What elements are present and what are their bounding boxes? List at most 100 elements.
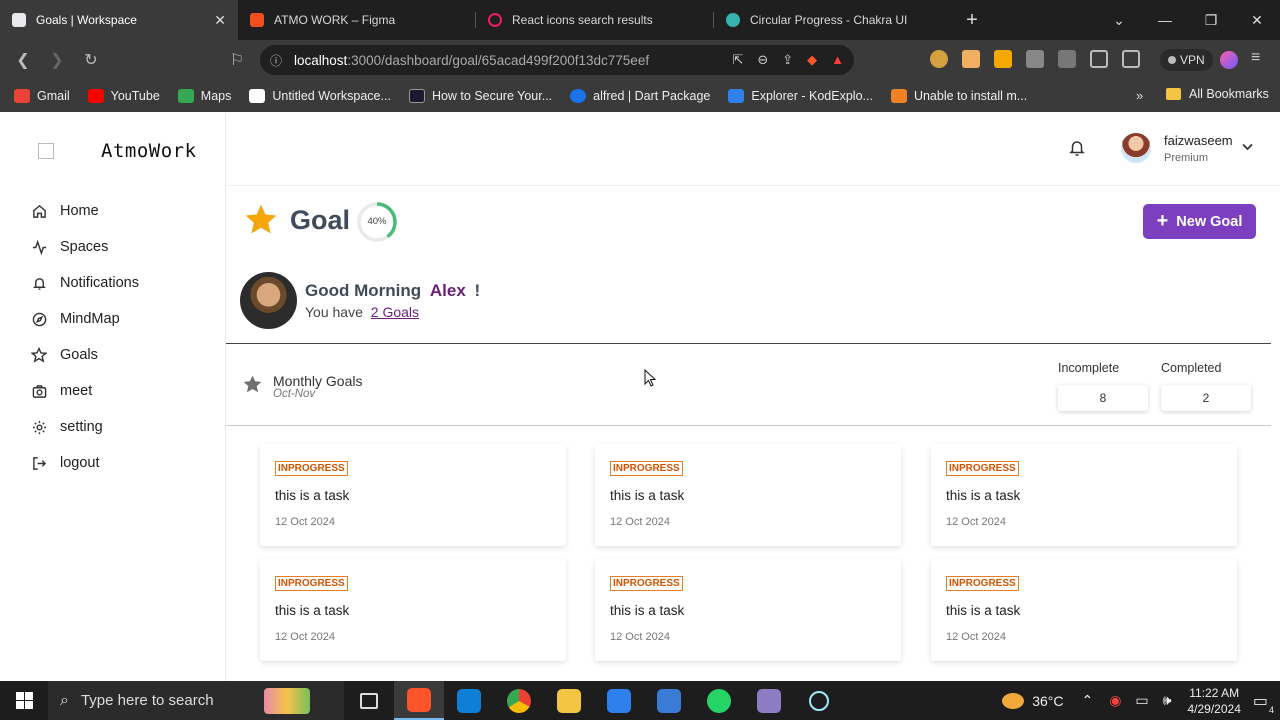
- task-date: 12 Oct 2024: [610, 631, 670, 643]
- windows-start-icon[interactable]: [0, 692, 48, 709]
- react-icon: [488, 13, 502, 27]
- minimize-icon[interactable]: —: [1142, 12, 1188, 28]
- task-view-icon[interactable]: [344, 681, 394, 720]
- sidebar-item-meet[interactable]: meet: [30, 373, 139, 409]
- back-arrow-icon[interactable]: ❮: [6, 50, 40, 70]
- sidebar-item-setting[interactable]: setting: [30, 409, 139, 445]
- user-tier: Premium: [1164, 152, 1209, 164]
- vscode-icon[interactable]: [444, 681, 494, 720]
- new-tab-button[interactable]: +: [952, 9, 992, 32]
- file-explorer-icon[interactable]: [544, 681, 594, 720]
- volume-icon[interactable]: 🕪: [1163, 692, 1172, 709]
- user-avatar[interactable]: [1121, 133, 1151, 163]
- puzzle-extensions-icon[interactable]: [1058, 50, 1076, 68]
- figma-icon: [250, 13, 264, 27]
- all-bookmarks-button[interactable]: All Bookmarks: [1166, 87, 1269, 101]
- whatsapp-icon[interactable]: [694, 681, 744, 720]
- tab-figma[interactable]: ATMO WORK – Figma: [238, 0, 476, 40]
- task-title: this is a task: [275, 488, 350, 503]
- aria-assistant-icon[interactable]: [1220, 51, 1238, 69]
- record-icon[interactable]: ◉: [1109, 692, 1121, 709]
- task-card[interactable]: INPROGRESS this is a task 12 Oct 2024: [260, 444, 566, 546]
- notification-bell-icon[interactable]: [1069, 139, 1085, 162]
- bookmark-alfred[interactable]: alfred | Dart Package: [570, 89, 710, 103]
- zoom-icon[interactable]: ⊖: [757, 52, 768, 68]
- sidebar-item-notifications[interactable]: Notifications: [30, 265, 139, 301]
- bookmarks-bar: Gmail YouTube Maps Untitled Workspace...…: [0, 80, 1280, 112]
- close-tab-icon[interactable]: ✕: [214, 12, 226, 29]
- task-card[interactable]: INPROGRESS this is a task 12 Oct 2024: [595, 444, 901, 546]
- sidebar-item-mindmap[interactable]: MindMap: [30, 301, 139, 337]
- brave-rewards-icon[interactable]: ▲: [831, 52, 844, 68]
- sidebar-toggle-icon[interactable]: [1090, 50, 1108, 68]
- url-bar[interactable]: ⓘ localhost:3000/dashboard/goal/65acad49…: [260, 45, 854, 75]
- vpn-button[interactable]: VPN: [1160, 49, 1213, 71]
- tab-goals-workspace[interactable]: Goals | Workspace ✕: [0, 0, 238, 40]
- tab-search-chevron-icon[interactable]: ⌄: [1096, 12, 1142, 29]
- sidebar-item-home[interactable]: Home: [30, 193, 139, 229]
- greeting-name: Alex: [429, 281, 466, 300]
- more-bookmarks-icon[interactable]: »: [1136, 88, 1143, 103]
- forward-arrow-icon[interactable]: ❯: [40, 50, 74, 70]
- temperature[interactable]: 36°C: [1032, 693, 1063, 709]
- chevron-up-icon[interactable]: ⌃: [1081, 692, 1093, 709]
- bookmark-unable-install[interactable]: Unable to install m...: [890, 89, 1027, 103]
- tab-react-icons[interactable]: React icons search results: [476, 0, 714, 40]
- site-info-icon[interactable]: ⓘ: [270, 52, 282, 69]
- chrome-icon[interactable]: [494, 681, 544, 720]
- share-icon[interactable]: ⇪: [782, 52, 793, 68]
- cookie-extension-icon[interactable]: [930, 50, 948, 68]
- extension-icon[interactable]: [962, 50, 980, 68]
- reload-icon[interactable]: ↻: [74, 50, 108, 70]
- url-text[interactable]: localhost:3000/dashboard/goal/65acad499f…: [294, 53, 732, 68]
- task-card[interactable]: INPROGRESS this is a task 12 Oct 2024: [931, 559, 1237, 661]
- goals-count-link[interactable]: 2 Goals: [371, 304, 419, 320]
- restore-icon[interactable]: ❐: [1188, 12, 1234, 29]
- sidebar-item-goals[interactable]: Goals: [30, 337, 139, 373]
- notification-center-icon[interactable]: ▭ 4: [1253, 691, 1274, 715]
- vpn-status-icon: [1168, 56, 1176, 64]
- chevron-down-icon[interactable]: [1242, 140, 1253, 154]
- bookmark-kodexplorer[interactable]: Explorer - KodExplo...: [728, 89, 873, 103]
- sidebar-item-label: Spaces: [60, 239, 109, 255]
- tab-title: React icons search results: [512, 13, 653, 27]
- sidebar-item-label: MindMap: [60, 311, 120, 327]
- sidebar-item-spaces[interactable]: Spaces: [30, 229, 139, 265]
- bookmark-icon[interactable]: ⚐: [220, 50, 254, 70]
- battery-icon[interactable]: ▭: [1135, 692, 1148, 709]
- workspace-icon: [249, 89, 266, 103]
- electron-icon[interactable]: [794, 681, 844, 720]
- sidebar-item-logout[interactable]: logout: [30, 445, 139, 481]
- bookmark-youtube[interactable]: YouTube: [87, 89, 160, 103]
- menu-icon[interactable]: ≡: [1251, 49, 1260, 67]
- system-clock[interactable]: 11:22 AM 4/29/2024: [1187, 685, 1240, 717]
- taskbar-search-input[interactable]: ⌕ Type here to search: [48, 681, 344, 720]
- close-window-icon[interactable]: ✕: [1234, 12, 1280, 29]
- folder-icon: [1166, 88, 1181, 100]
- new-goal-button[interactable]: + New Goal: [1143, 204, 1256, 239]
- kodexplorer-icon[interactable]: [594, 681, 644, 720]
- section-divider: [226, 343, 1271, 344]
- wallet-icon[interactable]: [1122, 50, 1140, 68]
- bookmark-maps[interactable]: Maps: [177, 89, 231, 103]
- extension-icon[interactable]: [994, 50, 1012, 68]
- kotlin-app-icon[interactable]: [644, 681, 694, 720]
- notification-count: 4: [1268, 704, 1274, 715]
- tab-chakra-ui[interactable]: Circular Progress - Chakra UI: [714, 0, 952, 40]
- task-card[interactable]: INPROGRESS this is a task 12 Oct 2024: [260, 559, 566, 661]
- task-card[interactable]: INPROGRESS this is a task 12 Oct 2024: [931, 444, 1237, 546]
- extension-icon[interactable]: [1026, 50, 1044, 68]
- bookmark-untitled-workspace[interactable]: Untitled Workspace...: [249, 89, 391, 103]
- page-favicon-icon: [12, 13, 26, 27]
- monthly-star-icon: [242, 374, 263, 400]
- bookmark-gmail[interactable]: Gmail: [14, 89, 70, 103]
- open-external-icon[interactable]: ⇱: [732, 52, 743, 68]
- tab-title: Circular Progress - Chakra UI: [750, 13, 908, 27]
- task-card[interactable]: INPROGRESS this is a task 12 Oct 2024: [595, 559, 901, 661]
- task-date: 12 Oct 2024: [610, 516, 670, 528]
- gear-icon: [30, 418, 48, 436]
- brave-browser-icon[interactable]: [394, 681, 444, 720]
- bookmark-secure[interactable]: How to Secure Your...: [408, 89, 552, 103]
- brave-shield-icon[interactable]: ◆: [807, 52, 817, 68]
- app-icon[interactable]: [744, 681, 794, 720]
